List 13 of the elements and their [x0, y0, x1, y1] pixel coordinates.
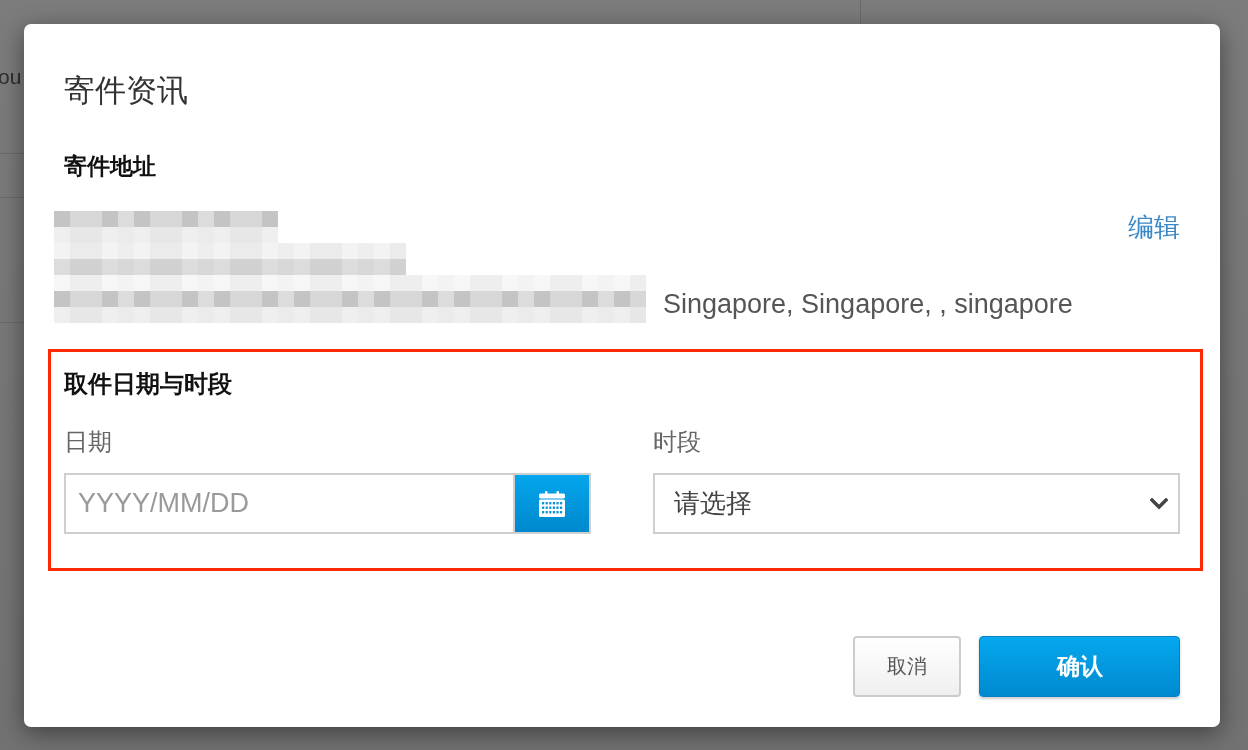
field-label: 日期	[64, 427, 112, 457]
edit-link[interactable]: 编辑	[1128, 211, 1180, 243]
section-heading: 寄件地址	[64, 152, 156, 181]
calendar-icon	[539, 490, 565, 517]
address-text: Singapore, Singapore, , singapore	[663, 288, 1073, 321]
field-label: 时段	[653, 427, 701, 457]
date-input[interactable]: YYYY/MM/DD	[64, 473, 513, 534]
cancel-button[interactable]: 取消	[853, 636, 961, 697]
calendar-button[interactable]	[513, 473, 591, 534]
time-slot-select[interactable]: 请选择	[653, 473, 1180, 534]
chevron-down-icon	[1150, 497, 1168, 510]
section-heading: 取件日期与时段	[64, 369, 232, 399]
dialog-title: 寄件资讯	[64, 72, 188, 110]
